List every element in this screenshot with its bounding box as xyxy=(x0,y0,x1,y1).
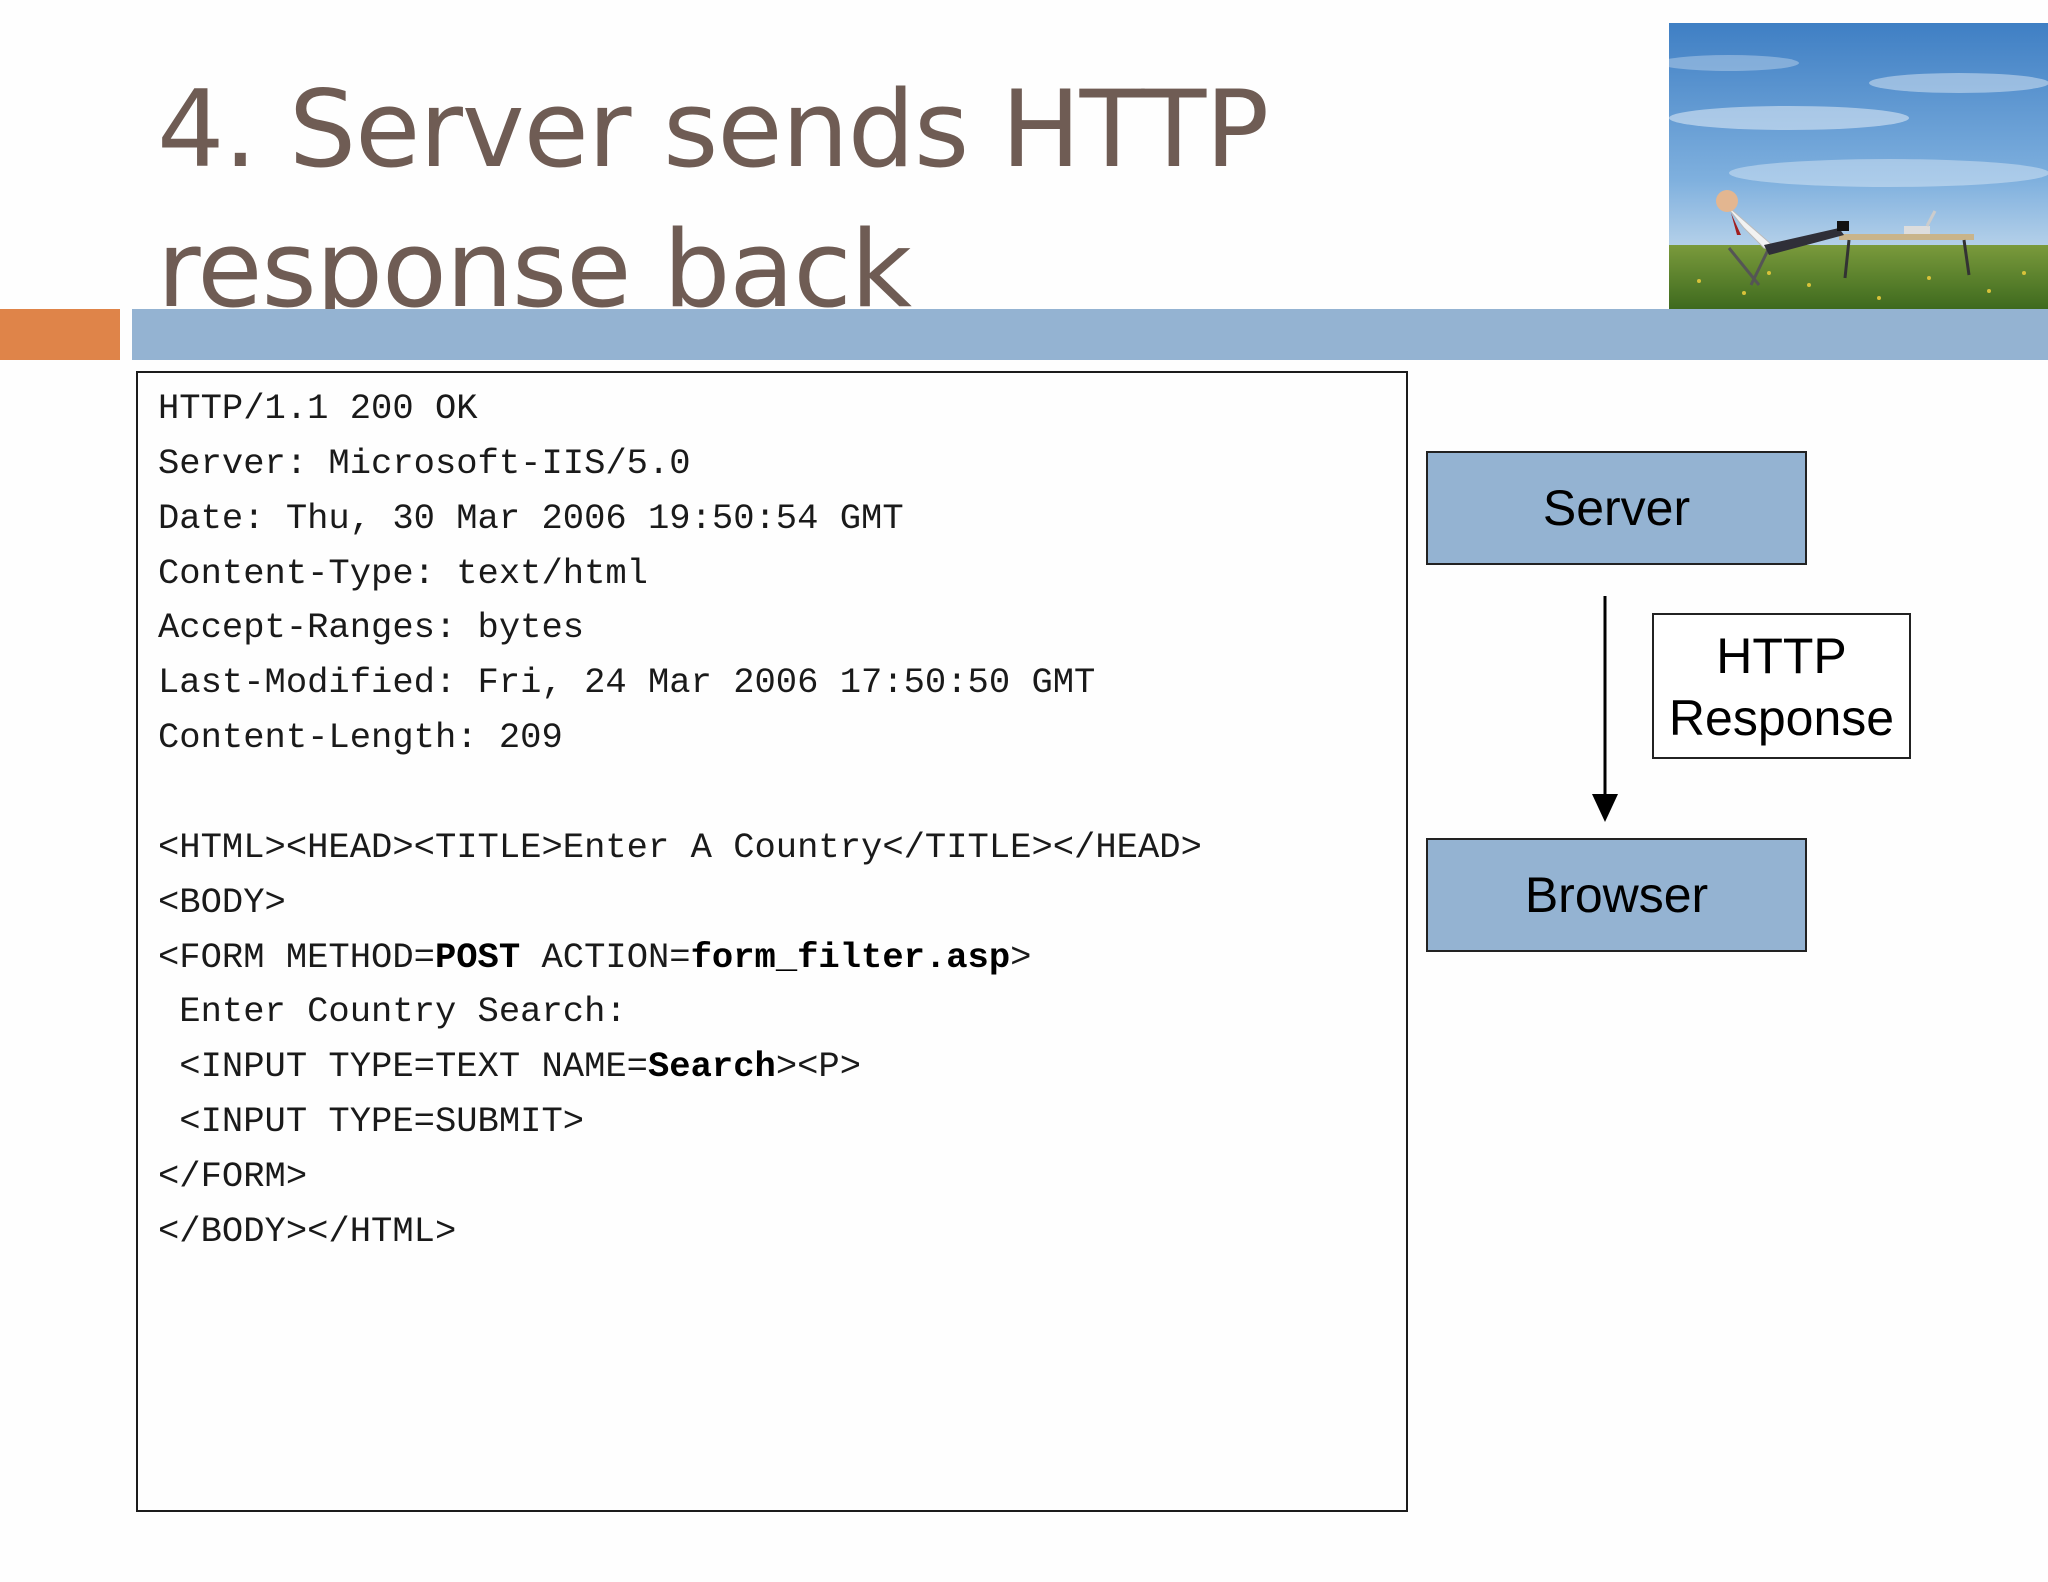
code-text: </FORM> xyxy=(158,1155,308,1197)
code-text: <INPUT TYPE=TEXT NAME= xyxy=(158,1046,648,1088)
code-line: <INPUT TYPE=SUBMIT> xyxy=(158,1100,584,1144)
code-line: </FORM> xyxy=(158,1155,307,1199)
code-line: <FORM METHOD=POST ACTION=form_filter.asp… xyxy=(158,936,1031,980)
code-text: Server: Microsoft-IIS/5.0 xyxy=(158,442,691,484)
code-text: Accept-Ranges: bytes xyxy=(158,607,585,649)
code-text: HTTP/1.1 200 OK xyxy=(158,388,478,429)
server-label: Server xyxy=(1542,480,1691,536)
down-arrow-icon xyxy=(1592,596,1618,822)
code-line: <BODY> xyxy=(158,881,286,925)
code-line: <HTML><HEAD><TITLE>Enter A Country</TITL… xyxy=(158,826,1202,870)
code-text: Content-Type: text/html xyxy=(158,552,648,594)
code-line: Content-Length: 209 xyxy=(158,716,563,760)
code-text: Date: Thu, 30 Mar 2006 19:50:54 GMT xyxy=(158,497,904,539)
code-line: HTTP/1.1 200 OK xyxy=(158,387,478,431)
browser-label: Browser xyxy=(1524,867,1709,923)
code-line: Server: Microsoft-IIS/5.0 xyxy=(158,442,691,486)
server-box: Server xyxy=(1426,451,1807,565)
code-text: <INPUT TYPE=SUBMIT> xyxy=(158,1101,585,1143)
code-keyword: Search xyxy=(647,1046,776,1088)
http-response-label-line2: Response xyxy=(1668,690,1895,746)
code-line: Last-Modified: Fri, 24 Mar 2006 17:50:50… xyxy=(158,661,1095,705)
code-line: Date: Thu, 30 Mar 2006 19:50:54 GMT xyxy=(158,497,904,541)
code-text: <HTML><HEAD><TITLE>Enter A Country</TITL… xyxy=(158,826,1202,868)
accent-bar-blue xyxy=(132,309,2048,360)
accent-bar-orange xyxy=(0,309,120,360)
code-line: Content-Type: text/html xyxy=(158,552,648,596)
code-text: ACTION= xyxy=(520,936,691,978)
code-text: Enter Country Search: xyxy=(158,991,627,1033)
code-text: Content-Length: 209 xyxy=(158,717,563,759)
code-text: ><P> xyxy=(775,1046,862,1088)
title-photo xyxy=(1669,23,2048,309)
slide-title: 4. Server sends HTTP response back xyxy=(157,68,1269,331)
code-text: > xyxy=(1010,936,1032,978)
code-line: Enter Country Search: xyxy=(158,990,627,1034)
code-line: </BODY></HTML> xyxy=(158,1210,456,1254)
code-text: Last-Modified: Fri, 24 Mar 2006 17:50:50… xyxy=(158,662,1096,704)
code-line: <INPUT TYPE=TEXT NAME=Search><P> xyxy=(158,1045,861,1089)
browser-box: Browser xyxy=(1426,838,1807,952)
code-text: <BODY> xyxy=(158,881,286,923)
code-keyword: POST xyxy=(434,936,521,978)
code-line: Accept-Ranges: bytes xyxy=(158,606,584,650)
http-response-label-line1: HTTP xyxy=(1716,628,1847,684)
code-text: <FORM METHOD= xyxy=(158,936,435,978)
http-response-label: HTTP Response xyxy=(1652,613,1911,759)
code-text: </BODY></HTML> xyxy=(158,1210,457,1252)
http-response-code-box: HTTP/1.1 200 OK Server: Microsoft-IIS/5.0… xyxy=(136,371,1408,1512)
code-keyword: form_filter.asp xyxy=(690,936,1011,978)
